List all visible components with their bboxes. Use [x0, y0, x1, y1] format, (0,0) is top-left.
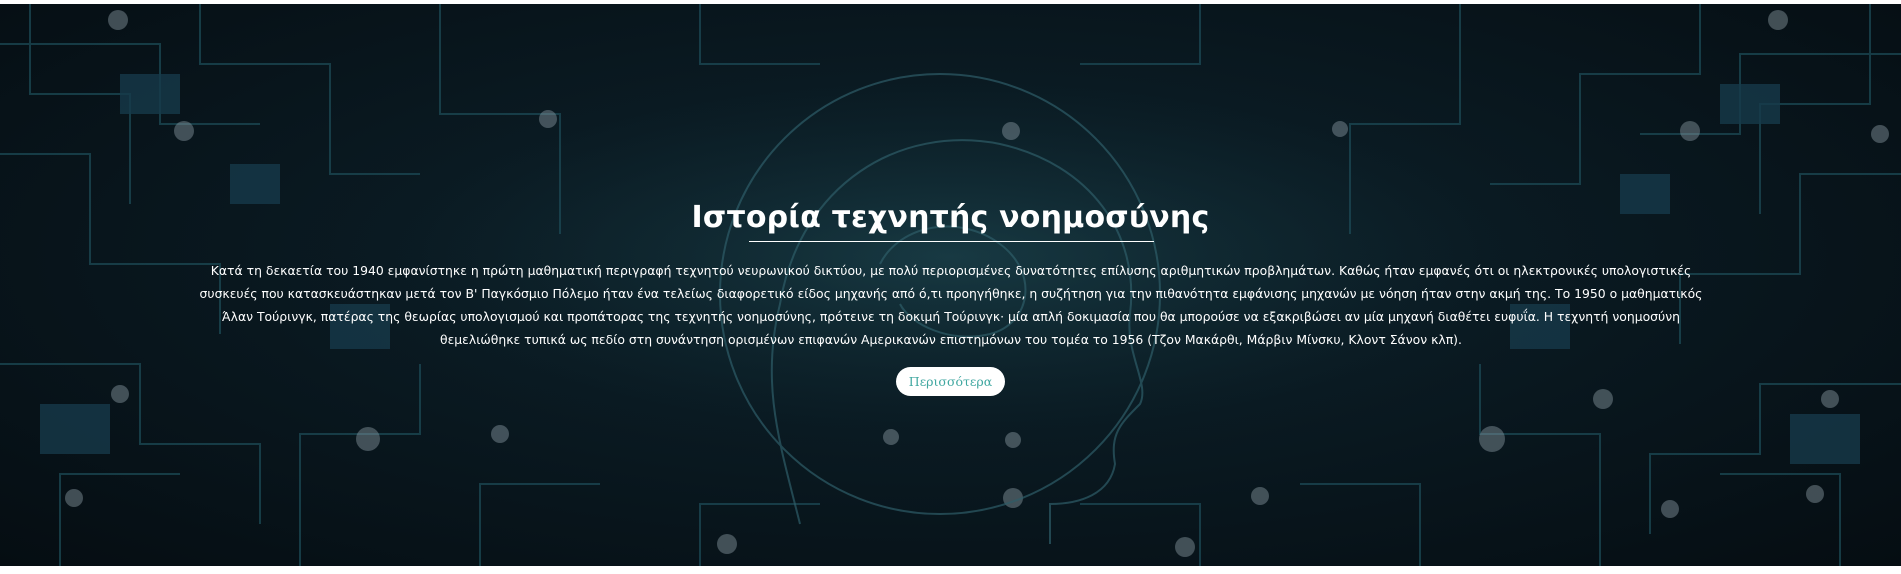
- hero-section: Ιστορία τεχνητής νοημοσύνης Κατά τη δεκα…: [0, 4, 1901, 566]
- bottom-border: [0, 566, 1901, 574]
- title-underline-divider: [749, 241, 1154, 242]
- hero-content: Ιστορία τεχνητής νοημοσύνης Κατά τη δεκα…: [0, 4, 1901, 566]
- page-title: Ιστορία τεχνητής νοημοσύνης: [691, 200, 1210, 235]
- history-paragraph: Κατά τη δεκαετία του 1940 εμφανίστηκε η …: [199, 263, 1703, 347]
- read-more-button[interactable]: Περισσότερα: [896, 367, 1005, 396]
